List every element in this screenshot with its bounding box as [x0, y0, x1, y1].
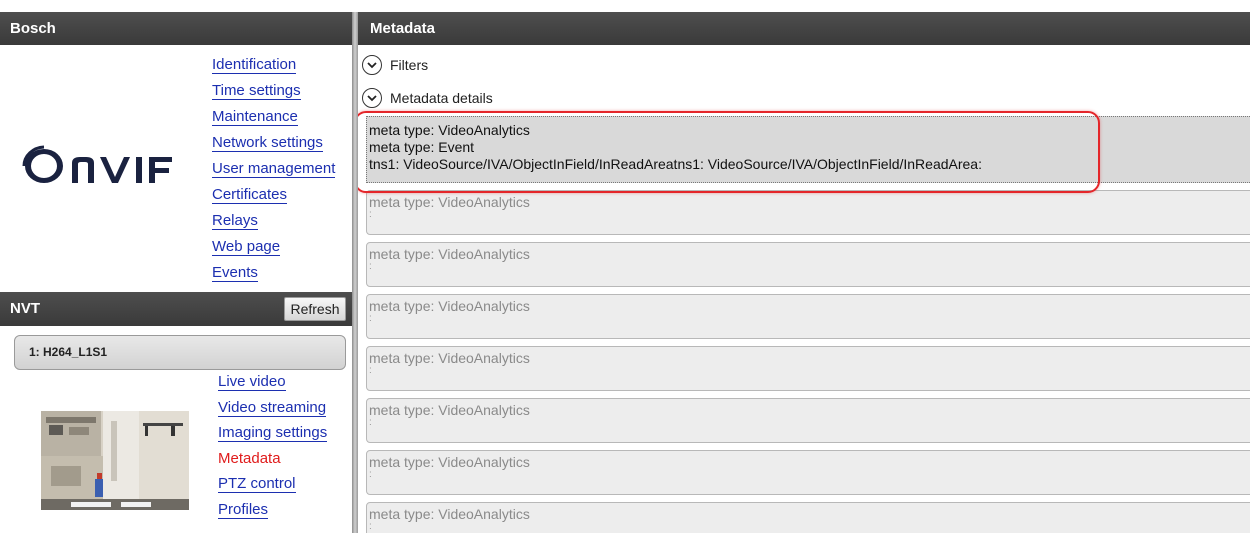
- nav-profiles[interactable]: Profiles: [218, 500, 269, 519]
- entry-type: meta type: VideoAnalytics: [369, 246, 530, 262]
- chevron-down-icon: [362, 88, 382, 108]
- nav-live-video[interactable]: Live video: [218, 373, 286, 391]
- onvif-logo: [22, 145, 172, 183]
- nav-ptz-control[interactable]: PTZ control: [218, 475, 296, 493]
- metadata-panel: Metadata Filters Metadata details meta t…: [358, 0, 1250, 533]
- chevron-down-icon: [362, 55, 382, 75]
- nav-events[interactable]: Events: [212, 264, 258, 282]
- nvt-panel-header: NVT Refresh: [0, 292, 352, 326]
- metadata-entry[interactable]: meta type: VideoAnalytics :: [366, 294, 1250, 339]
- nav-video-streaming[interactable]: Video streaming: [218, 398, 327, 417]
- metadata-entry[interactable]: meta type: VideoAnalytics :: [366, 242, 1250, 287]
- metadata-details-expander[interactable]: Metadata details: [362, 87, 493, 109]
- entry-type: meta type: VideoAnalytics: [369, 298, 530, 314]
- entry-type: meta type: VideoAnalytics: [369, 194, 530, 210]
- entry-detail: :: [369, 313, 372, 324]
- nav-identification[interactable]: Identification: [212, 56, 297, 74]
- nav-certificates[interactable]: Certificates: [212, 186, 288, 204]
- selection-highlight: [358, 111, 1100, 193]
- device-panel: Bosch Identification Time settings Maint…: [0, 0, 352, 533]
- entry-detail: :: [369, 469, 372, 480]
- nav-time-settings[interactable]: Time settings: [212, 82, 301, 100]
- stream-selector[interactable]: 1: H264_L1S1: [14, 335, 346, 370]
- device-nav: Identification Time settings Maintenance…: [212, 56, 336, 290]
- nav-metadata[interactable]: Metadata: [218, 450, 281, 467]
- entry-detail: :: [369, 365, 372, 376]
- video-thumbnail[interactable]: [41, 411, 189, 510]
- metadata-entry[interactable]: meta type: VideoAnalytics :: [366, 398, 1250, 443]
- metadata-panel-header: Metadata: [358, 12, 1250, 45]
- entry-type: meta type: VideoAnalytics: [369, 350, 530, 366]
- nav-network-settings[interactable]: Network settings: [212, 134, 323, 152]
- nav-relays[interactable]: Relays: [212, 212, 258, 230]
- metadata-details-label: Metadata details: [390, 90, 493, 106]
- entry-detail: :: [369, 209, 372, 220]
- entry-type: meta type: VideoAnalytics: [369, 454, 530, 470]
- filters-expander[interactable]: Filters: [362, 54, 428, 76]
- entry-detail: :: [369, 521, 372, 532]
- metadata-entry[interactable]: meta type: VideoAnalytics :: [366, 450, 1250, 495]
- metadata-entry[interactable]: meta type: VideoAnalytics :: [366, 502, 1250, 533]
- metadata-entry[interactable]: meta type: VideoAnalytics :: [366, 346, 1250, 391]
- entry-type: meta type: VideoAnalytics: [369, 402, 530, 418]
- nav-user-management[interactable]: User management: [212, 160, 336, 178]
- metadata-entry[interactable]: meta type: VideoAnalytics :: [366, 190, 1250, 235]
- nav-maintenance[interactable]: Maintenance: [212, 108, 298, 126]
- refresh-button[interactable]: Refresh: [284, 297, 346, 321]
- entry-detail: :: [369, 261, 372, 272]
- nav-imaging-settings[interactable]: Imaging settings: [218, 424, 328, 442]
- nav-web-page[interactable]: Web page: [212, 238, 281, 256]
- nvt-title: NVT: [10, 300, 40, 317]
- filters-label: Filters: [390, 57, 429, 73]
- nvt-nav: Live video Video streaming Imaging setti…: [218, 373, 328, 526]
- entry-detail: :: [369, 417, 372, 428]
- entry-type: meta type: VideoAnalytics: [369, 506, 530, 522]
- device-panel-header: Bosch: [0, 12, 352, 45]
